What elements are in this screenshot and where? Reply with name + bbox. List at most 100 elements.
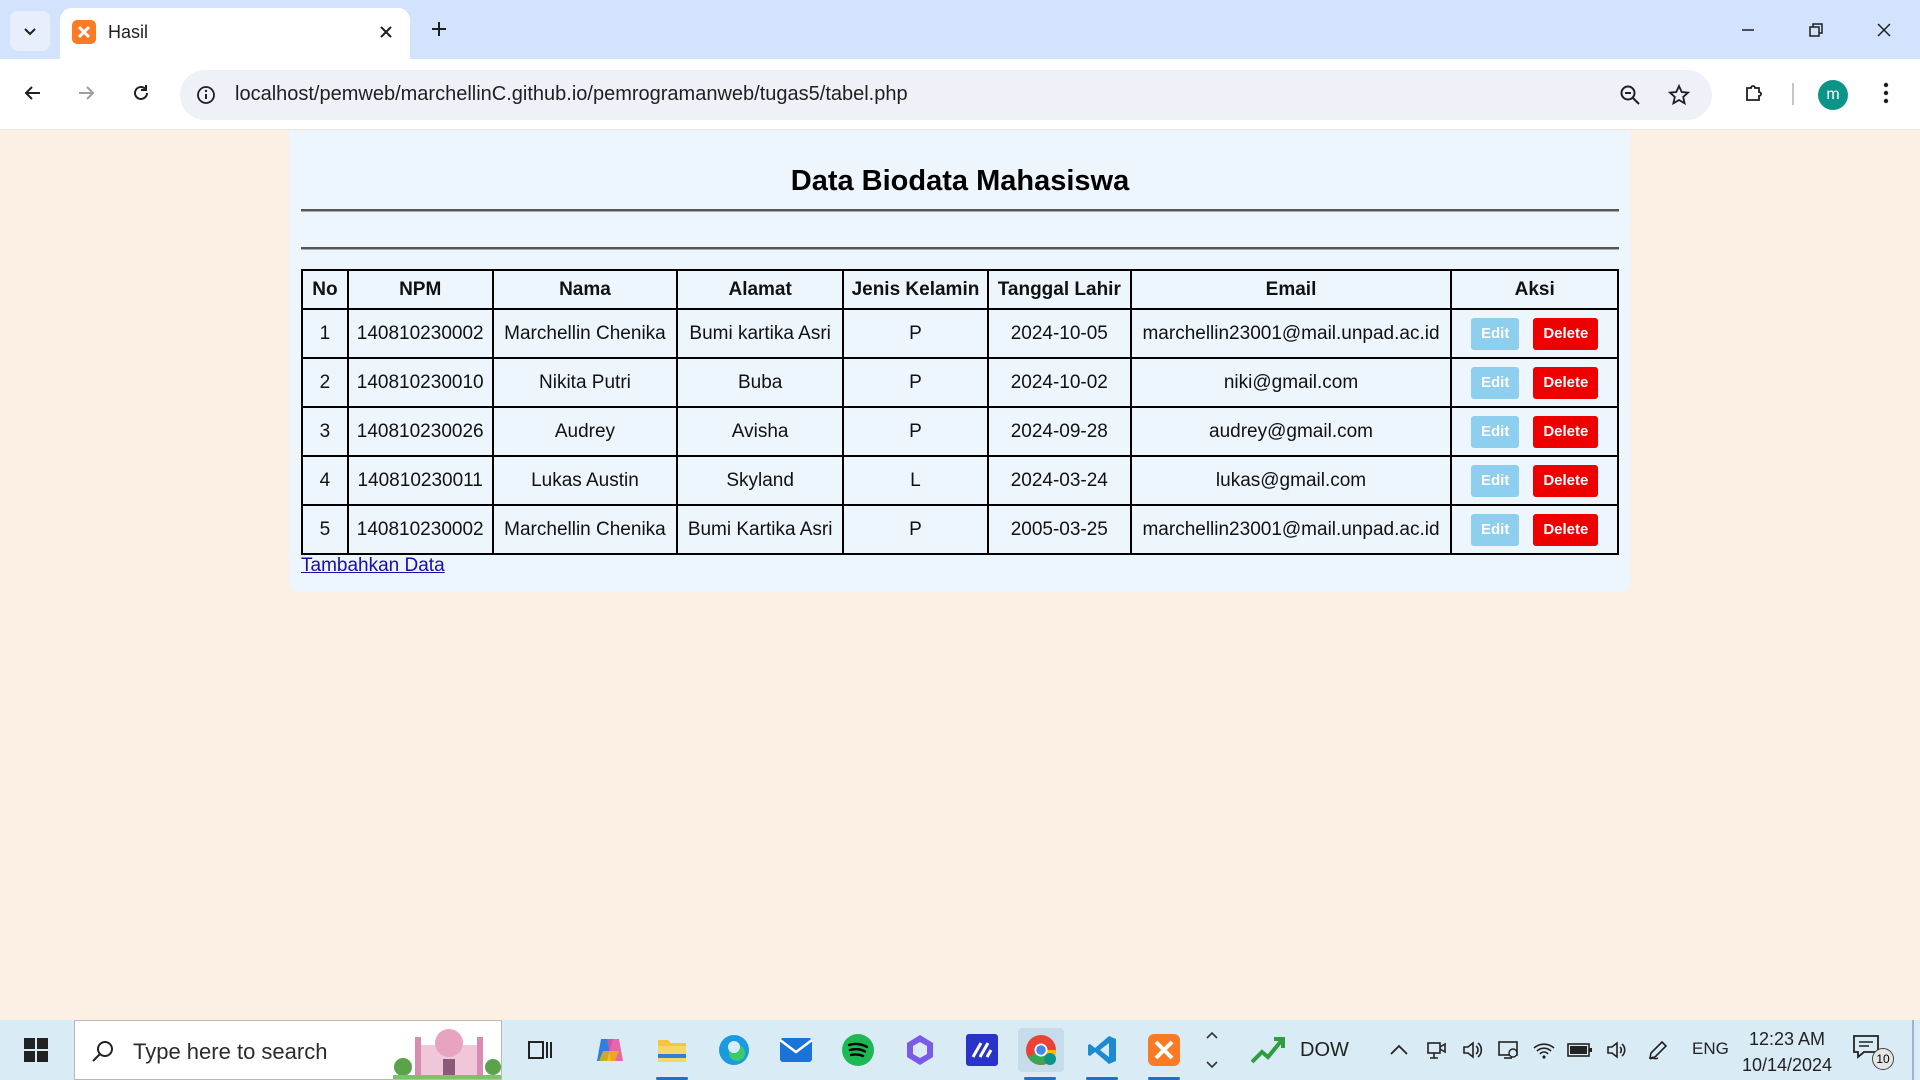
- wifi-icon[interactable]: [1530, 1036, 1558, 1064]
- spotify-icon[interactable]: [836, 1028, 880, 1072]
- show-desktop-button[interactable]: [1912, 1020, 1914, 1080]
- arrow-right-icon: [79, 86, 95, 100]
- table-header-row: No NPM Nama Alamat Jenis Kelamin Tanggal…: [301, 269, 1619, 310]
- back-button[interactable]: [15, 75, 51, 111]
- taskbar-overflow-scroll[interactable]: [1201, 1020, 1223, 1080]
- new-tab-button[interactable]: [424, 14, 454, 44]
- extensions-puzzle-icon[interactable]: [1736, 75, 1772, 111]
- clock-time: 12:23 AM: [1748, 1029, 1826, 1049]
- edit-button[interactable]: Edit: [1470, 464, 1520, 497]
- site-info-icon[interactable]: [194, 83, 218, 107]
- start-button[interactable]: [12, 1032, 60, 1068]
- delete-button[interactable]: Delete: [1533, 317, 1599, 350]
- search-icon: [89, 1037, 117, 1065]
- pen-icon[interactable]: [1644, 1036, 1672, 1064]
- edit-button[interactable]: Edit: [1470, 415, 1520, 448]
- column-header: Aksi: [1450, 269, 1619, 310]
- restore-button[interactable]: [1798, 12, 1834, 48]
- language-indicator[interactable]: ENG: [1692, 1039, 1729, 1059]
- stock-ticker: DOW: [1300, 1038, 1349, 1061]
- address-bar[interactable]: localhost/pemweb/marchellinC.github.io/p…: [180, 70, 1712, 120]
- cell-tanggal-lahir: 2024-10-05: [986, 308, 1132, 359]
- cell-tanggal-lahir: 2024-10-02: [986, 357, 1132, 408]
- delete-button[interactable]: Delete: [1533, 513, 1599, 546]
- browser-tab-strip: Hasil: [0, 0, 1920, 59]
- taskbar-search-input[interactable]: Type here to search: [74, 1020, 502, 1080]
- speaker-icon[interactable]: [1458, 1036, 1486, 1064]
- cell-alamat: Bumi kartika Asri: [676, 308, 845, 359]
- mail-icon[interactable]: [774, 1028, 818, 1072]
- restore-icon: [1809, 23, 1823, 37]
- bookmark-star-icon[interactable]: [1666, 82, 1692, 108]
- minimize-button[interactable]: [1730, 12, 1766, 48]
- search-placeholder: Type here to search: [133, 1039, 328, 1064]
- column-header: Tanggal Lahir: [986, 269, 1132, 310]
- stock-widget[interactable]: DOW: [1250, 1032, 1380, 1068]
- microsoft-365-icon[interactable]: [898, 1028, 942, 1072]
- chrome-icon[interactable]: [1018, 1028, 1064, 1080]
- forward-button[interactable]: [68, 75, 104, 111]
- cell-nama: Audrey: [491, 406, 679, 457]
- search-highlight-mosque-illustration: [393, 1029, 501, 1079]
- cell-tanggal-lahir: 2024-03-24: [986, 455, 1132, 506]
- delete-button[interactable]: Delete: [1533, 366, 1599, 399]
- delete-button[interactable]: Delete: [1533, 415, 1599, 448]
- clock-date: 10/14/2024: [1741, 1055, 1833, 1075]
- content-container: Data Biodata Mahasiswa No NPM Nama Alama…: [289, 131, 1631, 592]
- chevron-down-icon: [24, 28, 36, 36]
- cell-alamat: Bumi Kartika Asri: [676, 504, 845, 555]
- tab-close-icon[interactable]: [376, 22, 396, 42]
- notification-center-button[interactable]: 10: [1852, 1034, 1894, 1070]
- display-settings-icon[interactable]: [1494, 1036, 1522, 1064]
- clock[interactable]: 12:23 AM 10/14/2024: [1740, 1026, 1834, 1078]
- chevron-up-icon: [1206, 1031, 1218, 1039]
- cell-aksi: Edit Delete: [1450, 455, 1619, 506]
- cell-nama: Marchellin Chenika: [491, 308, 679, 359]
- cell-alamat: Buba: [676, 357, 845, 408]
- column-header: Email: [1129, 269, 1453, 310]
- profile-avatar[interactable]: m: [1818, 80, 1848, 110]
- browser-toolbar: localhost/pemweb/marchellinC.github.io/p…: [0, 59, 1920, 130]
- browser-tab-active[interactable]: Hasil: [60, 8, 410, 59]
- add-data-link[interactable]: Tambahkan Data: [301, 555, 445, 577]
- edit-button[interactable]: Edit: [1470, 366, 1520, 399]
- show-hidden-icons-chevron-icon[interactable]: [1385, 1036, 1413, 1064]
- edit-button[interactable]: Edit: [1470, 513, 1520, 546]
- cell-email: lukas@gmail.com: [1129, 455, 1453, 506]
- delete-button[interactable]: Delete: [1533, 464, 1599, 497]
- reload-button[interactable]: [123, 75, 159, 111]
- cell-email: marchellin23001@mail.unpad.ac.id: [1129, 504, 1453, 555]
- windows-taskbar: Type here to search DOW ENG 12:23 AM 10/…: [0, 1020, 1920, 1080]
- table-row: 1 140810230002 Marchellin Chenika Bumi k…: [301, 308, 1619, 359]
- kebab-menu-icon[interactable]: [1868, 75, 1904, 111]
- cell-no: 4: [301, 455, 349, 506]
- meet-camera-icon[interactable]: [1422, 1036, 1450, 1064]
- xampp-icon[interactable]: [1142, 1028, 1186, 1080]
- cell-npm: 140810230002: [346, 504, 494, 555]
- cell-nama: Nikita Putri: [491, 357, 679, 408]
- cell-jenis-kelamin: L: [842, 455, 989, 506]
- tab-title: Hasil: [108, 22, 149, 42]
- cell-nama: Lukas Austin: [491, 455, 679, 506]
- tab-search-button[interactable]: [10, 11, 50, 51]
- edge-icon[interactable]: [712, 1028, 756, 1072]
- vscode-icon[interactable]: [1080, 1028, 1124, 1080]
- plus-icon: [432, 22, 446, 36]
- file-explorer-icon[interactable]: [650, 1028, 694, 1080]
- battery-icon[interactable]: [1566, 1036, 1594, 1064]
- cell-aksi: Edit Delete: [1450, 357, 1619, 408]
- task-view-icon[interactable]: [518, 1028, 562, 1072]
- url-text[interactable]: localhost/pemweb/marchellinC.github.io/p…: [235, 83, 908, 106]
- close-window-button[interactable]: [1866, 12, 1902, 48]
- vscode-insiders-icon[interactable]: [960, 1028, 1004, 1072]
- cell-alamat: Avisha: [676, 406, 845, 457]
- cell-no: 3: [301, 406, 349, 457]
- edit-button[interactable]: Edit: [1470, 317, 1520, 350]
- zoom-icon[interactable]: [1617, 82, 1643, 108]
- table-row: 5 140810230002 Marchellin Chenika Bumi K…: [301, 504, 1619, 555]
- table-row: 4 140810230011 Lukas Austin Skyland L 20…: [301, 455, 1619, 506]
- copilot-icon[interactable]: [588, 1028, 632, 1072]
- column-header: Alamat: [676, 269, 845, 310]
- volume-icon[interactable]: [1602, 1036, 1630, 1064]
- biodata-table: No NPM Nama Alamat Jenis Kelamin Tanggal…: [301, 269, 1619, 555]
